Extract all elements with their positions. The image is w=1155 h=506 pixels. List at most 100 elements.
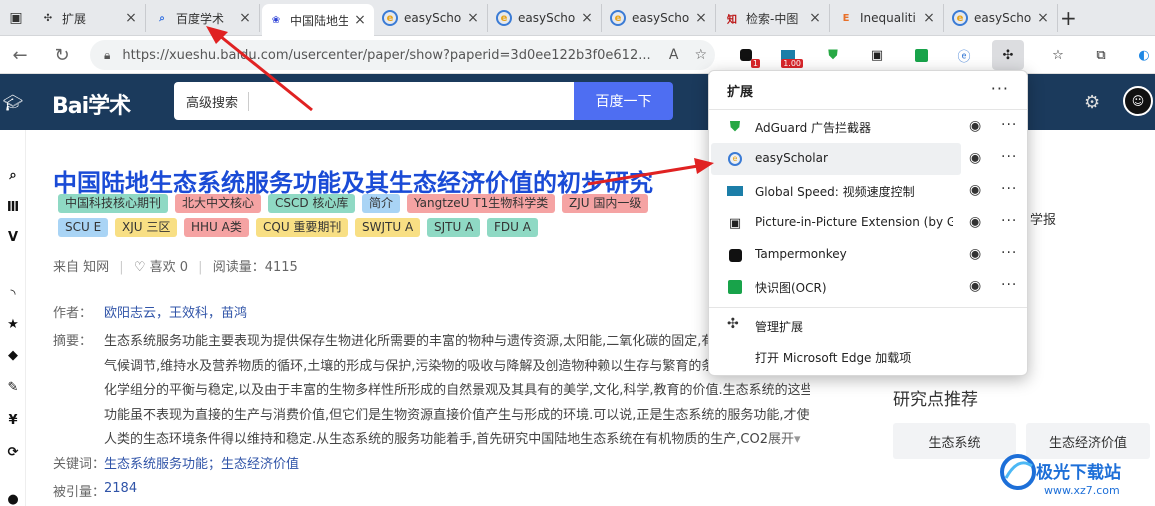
close-icon[interactable]: × <box>1035 10 1051 26</box>
tab[interactable]: e easySchol × <box>604 4 716 32</box>
journal-tag[interactable]: YangtzeU T1生物科学类 <box>407 194 556 213</box>
collections-icon[interactable]: ⧉ <box>1090 45 1112 65</box>
gear-icon[interactable]: ⚙ <box>1084 92 1100 113</box>
journal-tag[interactable]: CSCD 核心库 <box>268 194 356 213</box>
yen-icon[interactable]: ¥ <box>0 413 26 428</box>
manage-extensions-link[interactable]: 管理扩展 <box>755 318 803 335</box>
v-icon[interactable]: V <box>0 230 26 245</box>
journal-tag[interactable]: XJU 三区 <box>115 218 178 237</box>
extension-item[interactable]: e easyScholar ◉ ··· <box>709 143 1027 175</box>
favorites-icon[interactable]: ☆ <box>1047 45 1069 65</box>
more-options-icon[interactable]: ··· <box>1001 277 1017 293</box>
tab[interactable]: ❀ 中国陆地生 × <box>262 4 374 36</box>
journal-tag[interactable]: SWJTU A <box>355 218 421 237</box>
pip-toolbar-icon[interactable]: ▣ <box>866 45 888 65</box>
add-favorite-icon[interactable]: ☆ <box>694 47 707 63</box>
extension-name: Global Speed: 视频速度控制 <box>755 185 915 199</box>
library-icon[interactable]: Ⅲ <box>0 200 26 215</box>
more-options-icon[interactable]: ··· <box>1001 245 1017 261</box>
journal-tag[interactable]: SJTU A <box>427 218 481 237</box>
expand-link[interactable]: 展开 <box>768 432 794 447</box>
journal-tag[interactable]: CQU 重要期刊 <box>256 218 349 237</box>
popup-title: 扩展 <box>727 85 754 100</box>
keywords-value[interactable]: 生态系统服务功能；生态经济价值 <box>104 453 299 472</box>
chevron-down-icon[interactable]: ▾ <box>794 432 801 447</box>
eye-icon[interactable]: ◉ <box>969 182 981 198</box>
open-addons-link[interactable]: 打开 Microsoft Edge 加载项 <box>755 349 911 366</box>
new-tab-button[interactable]: + <box>1060 6 1077 30</box>
eye-icon[interactable]: ◉ <box>969 118 981 134</box>
baidu-paw-icon: ❀ <box>271 14 281 26</box>
journal-tag[interactable]: 北大中文核心 <box>175 194 262 213</box>
global-speed-toolbar-icon[interactable]: 1.00 <box>777 45 803 68</box>
heart-icon[interactable]: ♡ <box>134 260 146 275</box>
graduation-cap-icon[interactable]: 🎓︎ <box>0 74 26 130</box>
extensions-puzzle-icon[interactable]: ✣ <box>992 40 1024 70</box>
back-icon[interactable]: ← <box>8 43 32 67</box>
close-icon[interactable]: × <box>579 10 595 26</box>
pen-icon[interactable]: ✎ <box>0 380 26 395</box>
journal-tag[interactable]: SCU E <box>58 218 109 237</box>
search-box[interactable]: 高级搜索 <box>174 82 574 120</box>
read-aloud-icon[interactable]: A <box>669 47 679 63</box>
journal-tag[interactable]: HHU A类 <box>184 218 249 237</box>
avatar[interactable]: ☺ <box>1123 86 1153 116</box>
url-text[interactable]: https://xueshu.baidu.com/usercenter/pape… <box>122 48 660 63</box>
star-icon[interactable]: ★ <box>0 317 26 332</box>
more-options-icon[interactable]: ··· <box>991 79 1009 98</box>
citations-value[interactable]: 2184 <box>104 481 137 496</box>
paper-title[interactable]: 中国陆地生态系统服务功能及其生态经济价值的初步研究 <box>53 163 653 198</box>
more-options-icon[interactable]: ··· <box>1001 149 1017 165</box>
tab[interactable]: e easySchol × <box>376 4 488 32</box>
more-options-icon[interactable]: ··· <box>1001 213 1017 229</box>
rss-icon[interactable]: ◝ <box>0 287 26 302</box>
tab[interactable]: ⌕ 百度学术 × <box>148 4 260 32</box>
eye-icon[interactable]: ◉ <box>969 246 981 262</box>
baidu-xueshu-logo[interactable]: Bai学术 <box>52 88 131 120</box>
extension-item[interactable]: 快识图(OCR) ◉ ··· <box>709 271 1027 303</box>
refresh-icon[interactable]: ⟳ <box>0 445 26 460</box>
ocr-toolbar-icon[interactable] <box>910 45 932 65</box>
authors-value[interactable]: 欧阳志云，王效科，苗鸿 <box>104 302 247 321</box>
like-count[interactable]: 喜欢 0 <box>150 260 188 275</box>
search-button[interactable]: 百度一下 <box>574 82 673 120</box>
edge-icon[interactable]: ◐ <box>1133 45 1155 65</box>
dot-icon[interactable]: ● <box>0 492 26 506</box>
extension-item[interactable]: ▣ Picture-in-Picture Extension (by Go... ◉… <box>709 207 1027 239</box>
tab[interactable]: ✣ 扩展 × <box>34 4 146 32</box>
eye-icon[interactable]: ◉ <box>969 150 981 166</box>
extension-item[interactable]: Tampermonkey ◉ ··· <box>709 239 1027 271</box>
journal-name-partial[interactable]: 学报 <box>1030 209 1056 228</box>
tampermonkey-toolbar-icon[interactable]: 1 <box>735 45 760 68</box>
easyscholar-toolbar-icon[interactable]: ⓔ <box>953 45 975 65</box>
journal-tag[interactable]: 中国科技核心期刊 <box>58 194 169 213</box>
eye-icon[interactable]: ◉ <box>969 214 981 230</box>
close-icon[interactable]: × <box>237 10 253 26</box>
adguard-toolbar-icon[interactable]: ⛊ <box>822 45 844 65</box>
journal-tag[interactable]: FDU A <box>487 218 538 237</box>
tab[interactable]: e easySchol × <box>490 4 602 32</box>
tab[interactable]: E Inequaliti × <box>832 4 944 32</box>
eye-icon[interactable]: ◉ <box>969 278 981 294</box>
tab[interactable]: e easySchol × <box>946 4 1058 32</box>
journal-tag[interactable]: 简介 <box>362 194 401 213</box>
workspaces-icon[interactable]: ▣ <box>4 6 28 30</box>
advanced-search-link[interactable]: 高级搜索 <box>186 91 250 111</box>
source-text[interactable]: 来自 知网 <box>53 260 109 275</box>
refresh-icon[interactable]: ↻ <box>50 43 74 67</box>
more-options-icon[interactable]: ··· <box>1001 117 1017 133</box>
tab[interactable]: 知检索-中图 × <box>718 4 830 32</box>
omnibox[interactable]: 🔒︎ https://xueshu.baidu.com/usercenter/p… <box>90 40 715 70</box>
close-icon[interactable]: × <box>807 10 823 26</box>
close-icon[interactable]: × <box>921 10 937 26</box>
extension-item[interactable]: Global Speed: 视频速度控制 ◉ ··· <box>709 175 1027 207</box>
close-icon[interactable]: × <box>123 10 139 26</box>
search-icon[interactable]: ⌕ <box>0 168 26 183</box>
more-options-icon[interactable]: ··· <box>1001 181 1017 197</box>
layers-icon[interactable]: ◆ <box>0 348 26 363</box>
close-icon[interactable]: × <box>693 10 709 26</box>
close-icon[interactable]: × <box>352 12 368 28</box>
extension-item[interactable]: ⛊ AdGuard 广告拦截器 ◉ ··· <box>709 111 1027 143</box>
journal-tag[interactable]: ZJU 国内一级 <box>562 194 649 213</box>
close-icon[interactable]: × <box>465 10 481 26</box>
